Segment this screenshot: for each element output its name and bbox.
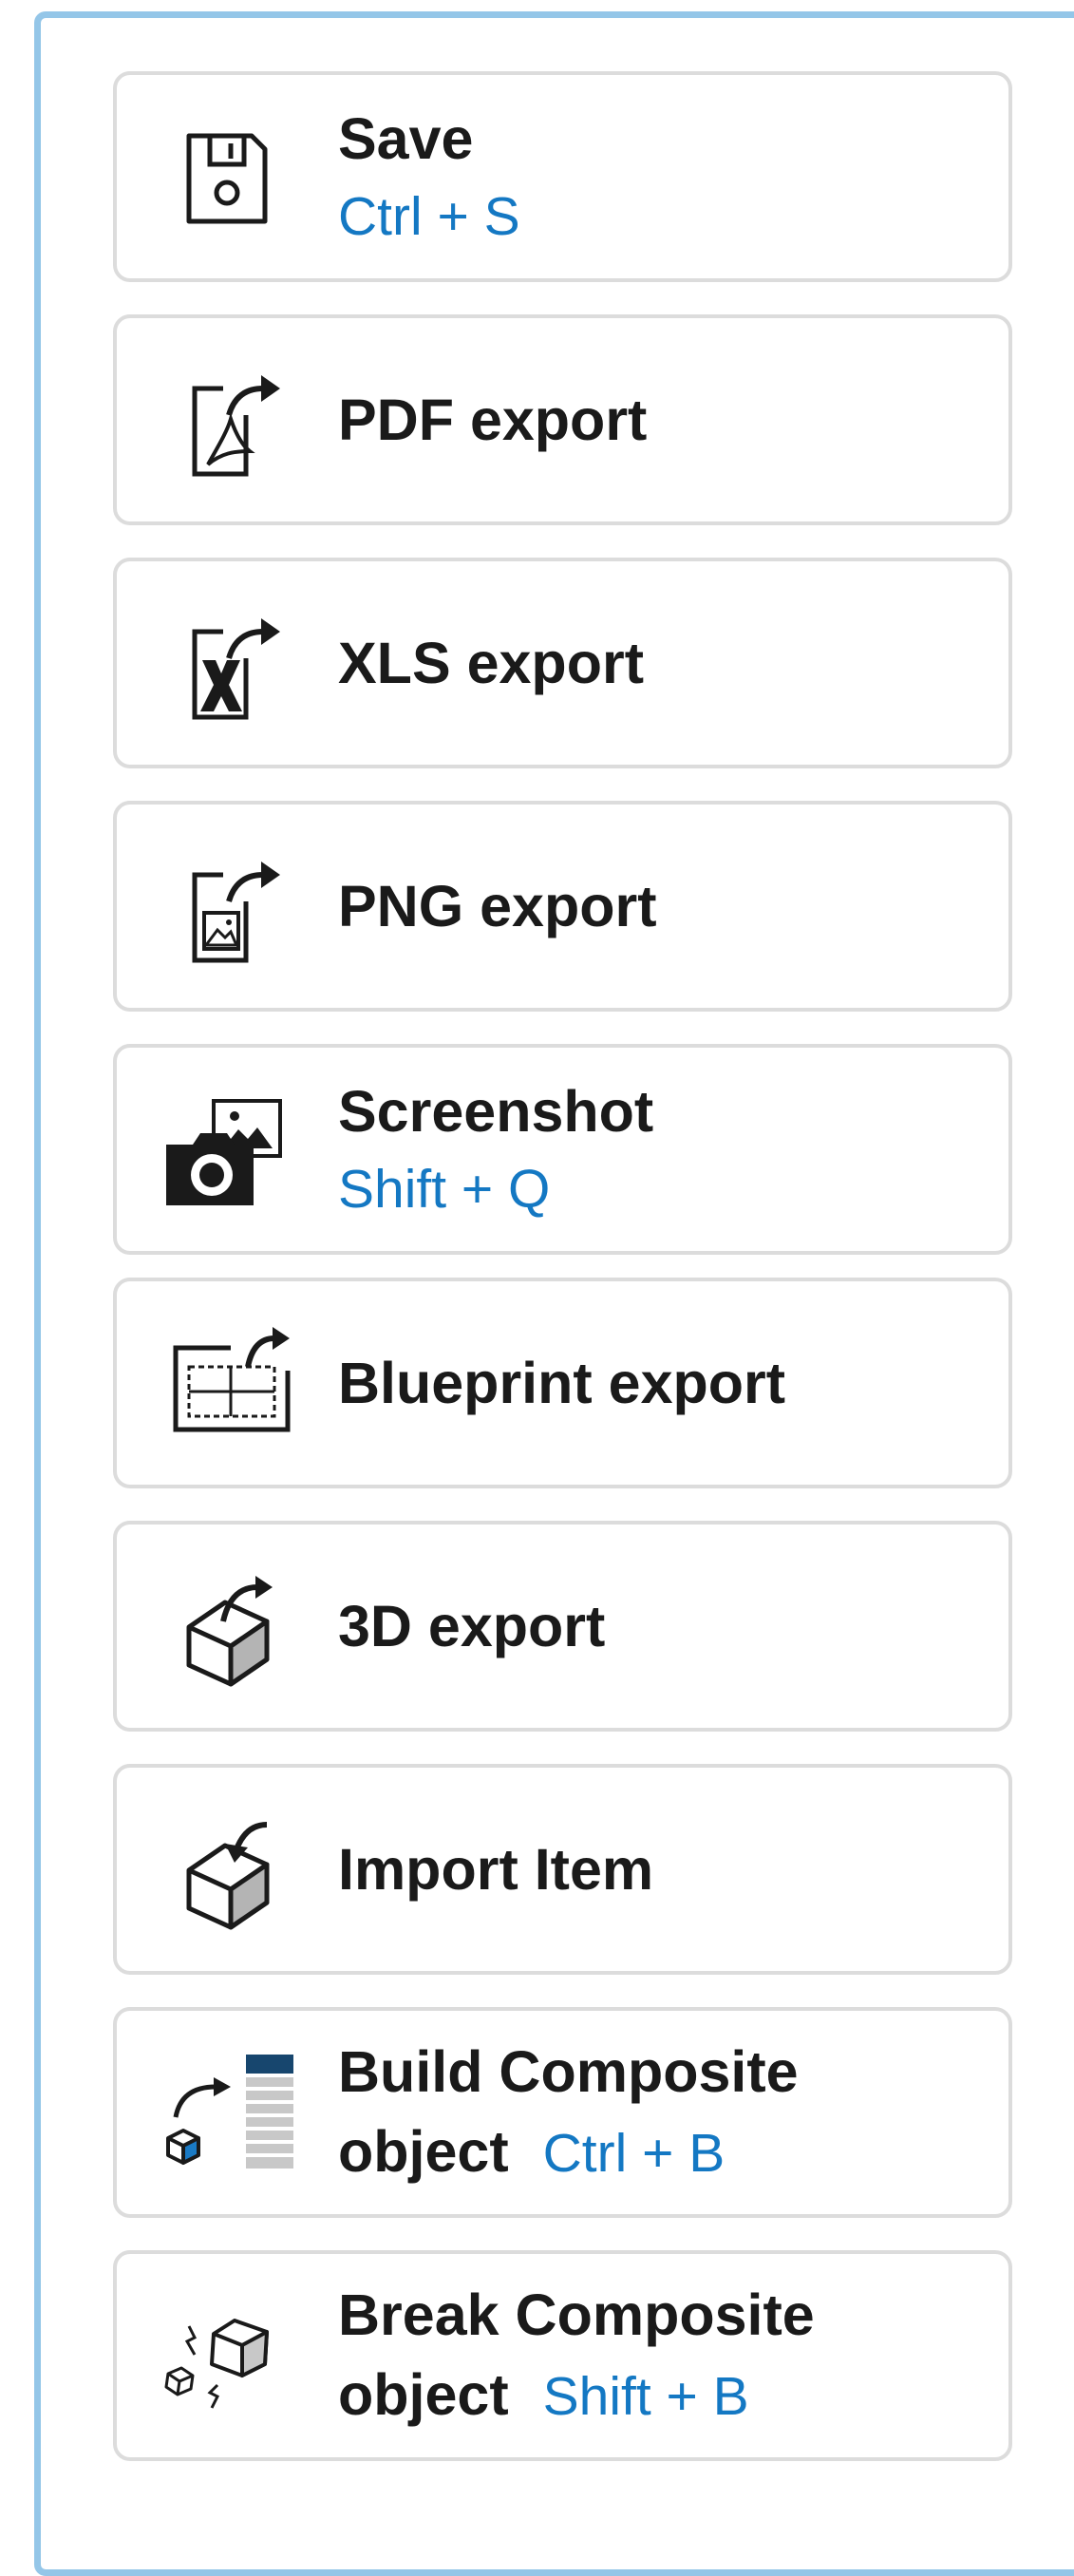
png-export-button[interactable]: PNG export — [113, 801, 1012, 1012]
xls-export-button[interactable]: XLS export — [113, 558, 1012, 768]
item-title-line2: object — [338, 2119, 509, 2184]
item-title: Save — [338, 106, 474, 171]
cube-import-icon — [155, 1802, 297, 1944]
build-composite-button[interactable]: Build Composite object Ctrl + B — [113, 2007, 1012, 2218]
pdf-export-icon — [155, 352, 297, 495]
save-button[interactable]: Save Ctrl + S — [113, 71, 1012, 282]
item-shortcut: Shift + Q — [338, 1159, 551, 1220]
import-item-button[interactable]: Import Item — [113, 1764, 1012, 1975]
png-export-icon — [155, 839, 297, 981]
item-title: PNG export — [338, 874, 657, 938]
screenshot-button[interactable]: Screenshot Shift + Q — [113, 1044, 1012, 1255]
blueprint-export-button[interactable]: Blueprint export — [113, 1278, 1012, 1488]
floppy-disk-icon — [155, 109, 297, 252]
item-title: Screenshot — [338, 1079, 654, 1144]
item-shortcut: Ctrl + B — [542, 2123, 725, 2184]
item-title: XLS export — [338, 631, 645, 695]
build-composite-icon — [155, 2045, 297, 2188]
break-composite-button[interactable]: Break Composite object Shift + B — [113, 2250, 1012, 2461]
3d-export-button[interactable]: 3D export — [113, 1521, 1012, 1732]
blueprint-export-icon — [155, 1316, 297, 1458]
item-shortcut: Ctrl + S — [338, 186, 520, 247]
cube-export-icon — [155, 1559, 297, 1701]
item-title: Blueprint export — [338, 1351, 786, 1415]
break-composite-icon — [155, 2288, 297, 2431]
item-title: Build Composite — [338, 2039, 799, 2104]
xls-export-icon — [155, 596, 297, 738]
item-title: 3D export — [338, 1594, 606, 1658]
camera-icon — [155, 1082, 297, 1224]
item-title: Import Item — [338, 1837, 654, 1902]
item-title: Break Composite — [338, 2282, 815, 2347]
item-title-line2: object — [338, 2362, 509, 2427]
item-title: PDF export — [338, 388, 648, 452]
pdf-export-button[interactable]: PDF export — [113, 314, 1012, 525]
item-shortcut: Shift + B — [542, 2366, 749, 2427]
